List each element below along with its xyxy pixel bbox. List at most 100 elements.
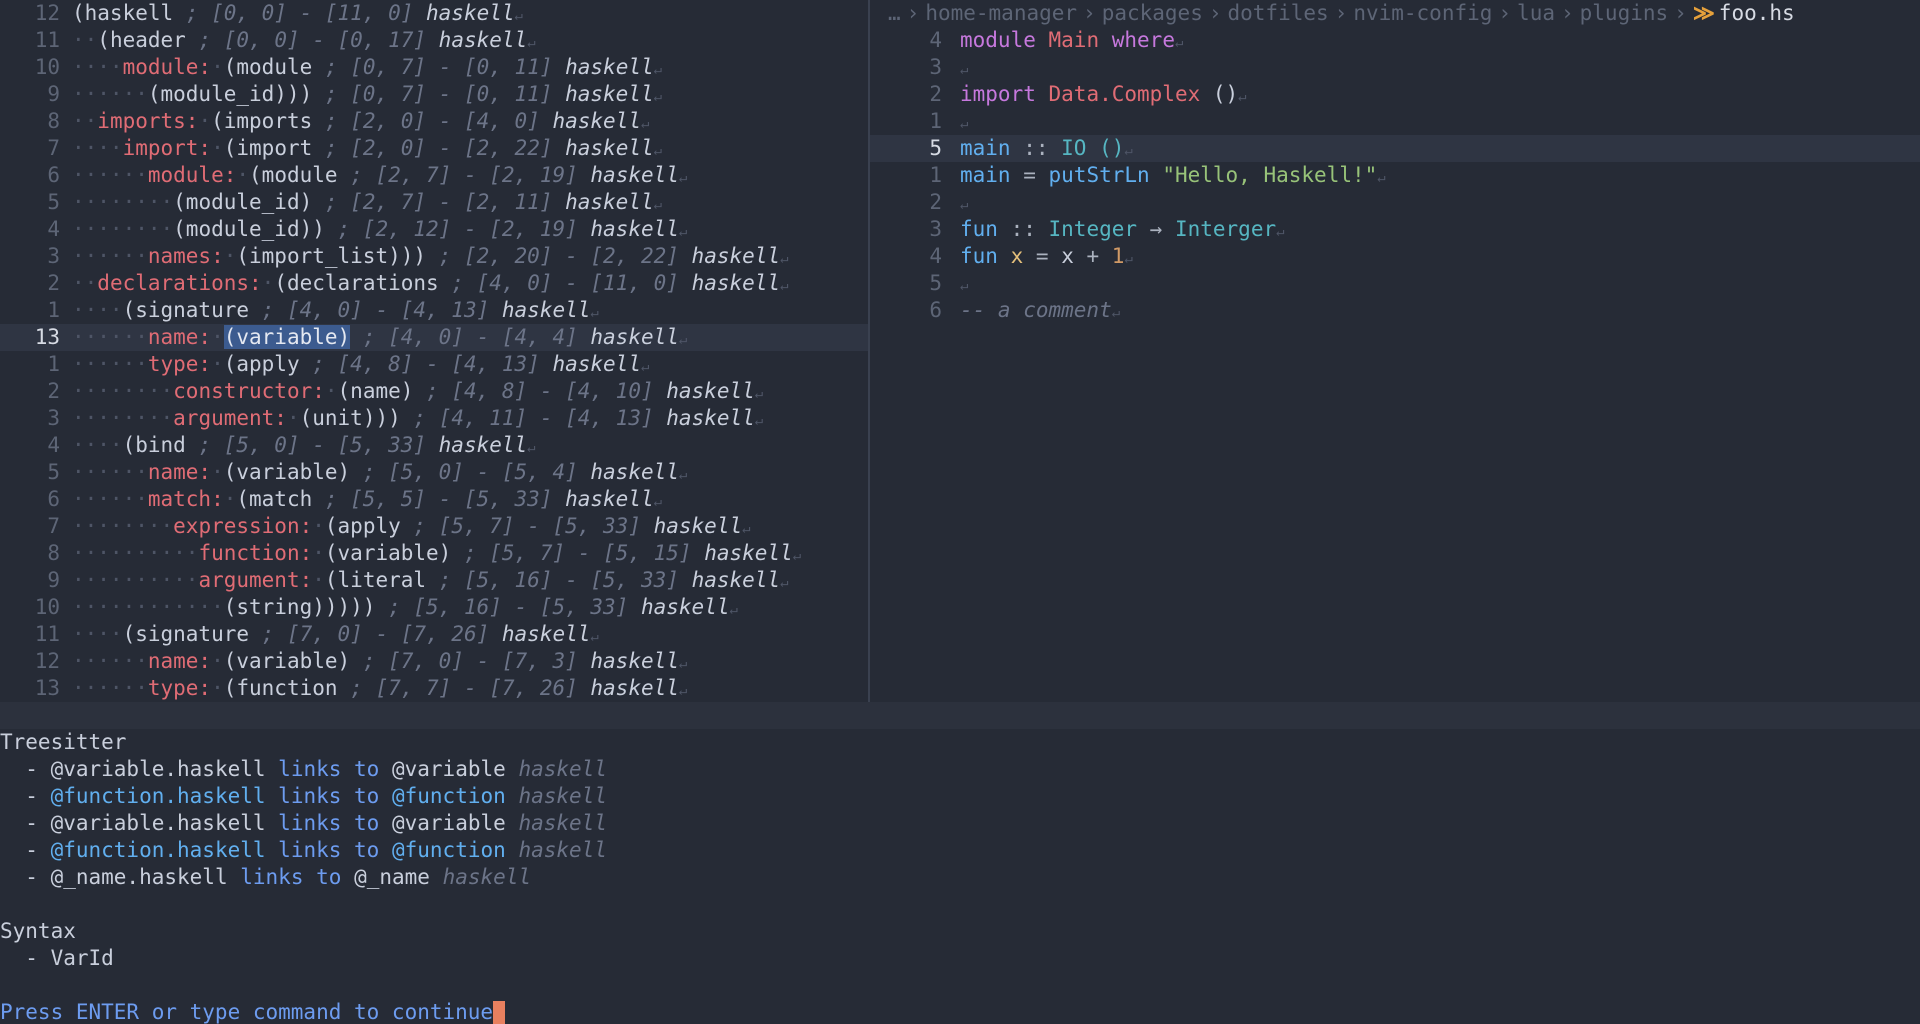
node-type[interactable]: (module	[224, 55, 313, 79]
node-type[interactable]: (import	[224, 136, 313, 160]
eol-marker: ↵	[754, 386, 764, 402]
tree-line[interactable]: 10 ····module:·(module ; [0, 7] - [0, 11]…	[0, 54, 868, 81]
node-type[interactable]: (variable)	[224, 649, 350, 673]
code-line[interactable]: 5 main :: IO ()↵	[870, 135, 1920, 162]
code-buffer[interactable]: 4 module Main where↵ 3 ↵ 2 import Data.Comple…	[870, 27, 1920, 324]
node-type[interactable]: (module	[249, 163, 338, 187]
space-dot: ·	[211, 676, 224, 700]
node-range: ; [4, 8] - [4, 13]	[299, 352, 540, 376]
tree-line[interactable]: 4 ········(module_id)) ; [2, 12] - [2, 19…	[0, 216, 868, 243]
breadcrumb-item[interactable]: home-manager	[925, 1, 1077, 25]
code-token: -- a comment	[960, 298, 1112, 322]
node-language: haskell	[678, 244, 781, 268]
code-line[interactable]: 4 module Main where↵	[870, 27, 1920, 54]
tree-line[interactable]: 8 ··········function:·(variable) ; [5, 7]…	[0, 540, 868, 567]
line-number: 11	[34, 28, 60, 52]
code-line[interactable]: 4 fun x = x + 1↵	[870, 243, 1920, 270]
field-name: names:	[147, 244, 224, 268]
code-line[interactable]: 1 ↵	[870, 108, 1920, 135]
tree-line[interactable]: 11 ····(signature ; [7, 0] - [7, 26] hask…	[0, 621, 868, 648]
code-line[interactable]: 3 ↵	[870, 54, 1920, 81]
tree-line[interactable]: 2 ··declarations:·(declarations ; [4, 0] …	[0, 270, 868, 297]
tree-line[interactable]: 6 ······module:·(module ; [2, 7] - [2, 19…	[0, 162, 868, 189]
node-type[interactable]: (name)	[338, 379, 414, 403]
code-line[interactable]: 5 ↵	[870, 270, 1920, 297]
space-dot: ·	[211, 325, 224, 349]
node-type[interactable]: (function	[224, 676, 338, 700]
tree-line[interactable]: 9 ······(module_id))) ; [0, 7] - [0, 11] …	[0, 81, 868, 108]
eol-marker: ↵	[1276, 224, 1285, 240]
node-language: haskell	[653, 379, 755, 403]
node-type[interactable]: (apply	[224, 352, 300, 376]
tree-line[interactable]: 13 ······name:·(variable) ; [4, 0] - [4, …	[0, 324, 868, 351]
highlight-language: haskell	[518, 838, 607, 862]
node-type[interactable]: (import_list)))	[236, 244, 426, 268]
line-number: 6	[47, 487, 60, 511]
node-language: haskell	[552, 82, 654, 106]
node-type[interactable]: (match	[236, 487, 312, 511]
node-type[interactable]: (module_id))	[173, 217, 325, 241]
space-dot: ·	[211, 649, 224, 673]
tree-line[interactable]: 11 ··(header ; [0, 0] - [0, 17] haskell↵	[0, 27, 868, 54]
tree-line[interactable]: 10 ············(string))))) ; [5, 16] - […	[0, 594, 868, 621]
breadcrumb-item[interactable]: dotfiles	[1228, 1, 1329, 25]
node-type[interactable]: (signature	[123, 298, 249, 322]
node-type[interactable]: (bind	[123, 433, 186, 457]
node-type[interactable]: (literal	[325, 568, 426, 592]
tree-line[interactable]: 5 ······name:·(variable) ; [5, 0] - [5, 4…	[0, 459, 868, 486]
code-line[interactable]: 3 fun :: Integer → Interger↵	[870, 216, 1920, 243]
tree-line[interactable]: 7 ········expression:·(apply ; [5, 7] - […	[0, 513, 868, 540]
tree-line[interactable]: 12 (haskell ; [0, 0] - [11, 0] haskell↵	[0, 0, 868, 27]
tree-line[interactable]: 8 ··imports:·(imports ; [2, 0] - [4, 0] h…	[0, 108, 868, 135]
tree-line[interactable]: 12 ······name:·(variable) ; [7, 0] - [7, …	[0, 648, 868, 675]
node-type[interactable]: (string)))))	[224, 595, 376, 619]
line-number: 1	[47, 298, 60, 322]
node-type[interactable]: (variable)	[325, 541, 451, 565]
node-type[interactable]: (module_id)))	[148, 82, 312, 106]
tree-line[interactable]: 1 ····(signature ; [4, 0] - [4, 13] haske…	[0, 297, 868, 324]
space-dot: ·	[236, 163, 250, 187]
tree-line[interactable]: 7 ····import:·(import ; [2, 0] - [2, 22] …	[0, 135, 868, 162]
code-token: module	[960, 28, 1036, 52]
node-language: haskell	[552, 190, 654, 214]
tree-line[interactable]: 6 ······match:·(match ; [5, 5] - [5, 33] …	[0, 486, 868, 513]
tree-line[interactable]: 5 ········(module_id) ; [2, 7] - [2, 11] …	[0, 189, 868, 216]
node-type[interactable]: (header	[97, 28, 186, 52]
code-line[interactable]: 2 import Data.Complex ()↵	[870, 81, 1920, 108]
node-type[interactable]: (unit)))	[300, 406, 401, 430]
breadcrumb-file[interactable]: foo.hs	[1719, 1, 1795, 25]
node-type[interactable]: (imports	[211, 109, 312, 133]
node-language: haskell	[577, 217, 679, 241]
tree-line[interactable]: 4 ····(bind ; [5, 0] - [5, 33] haskell↵	[0, 432, 868, 459]
node-type[interactable]: (signature	[123, 622, 249, 646]
treesitter-inspect-pane[interactable]: 12 (haskell ; [0, 0] - [11, 0] haskell↵ 11…	[0, 0, 868, 702]
tree-line[interactable]: 9 ··········argument:·(literal ; [5, 16] …	[0, 567, 868, 594]
bullet: -	[0, 757, 51, 781]
code-line[interactable]: 1 main = putStrLn "Hello, Haskell!"↵	[870, 162, 1920, 189]
tree-line[interactable]: 2 ········constructor:·(name) ; [4, 8] - …	[0, 378, 868, 405]
node-language: haskell	[577, 460, 679, 484]
breadcrumb-item[interactable]: nvim-config	[1353, 1, 1492, 25]
code-line[interactable]: 6 -- a comment↵	[870, 297, 1920, 324]
line-number: 5	[47, 190, 60, 214]
node-type[interactable]: (declarations	[274, 271, 438, 295]
continue-prompt-line[interactable]: Press ENTER or type command to continue	[0, 999, 1920, 1024]
node-type[interactable]: (variable)	[224, 460, 350, 484]
editor-pane[interactable]: … › home-manager › packages › dotfiles › nvim-co…	[870, 0, 1920, 702]
node-type[interactable]: (haskell	[72, 1, 173, 25]
node-type[interactable]: (variable)	[223, 325, 351, 349]
line-number: 9	[47, 82, 60, 106]
tree-line[interactable]: 1 ······type:·(apply ; [4, 8] - [4, 13] h…	[0, 351, 868, 378]
code-token: x	[1010, 244, 1024, 268]
breadcrumb-item[interactable]: packages	[1102, 1, 1203, 25]
node-type[interactable]: (apply	[325, 514, 401, 538]
node-type[interactable]: (module_id)	[173, 190, 312, 214]
tree-line[interactable]: 3 ······names:·(import_list))) ; [2, 20] …	[0, 243, 868, 270]
code-line[interactable]: 2 ↵	[870, 189, 1920, 216]
indent-guide: ······	[72, 676, 148, 700]
tree-line[interactable]: 3 ········argument:·(unit))) ; [4, 11] - …	[0, 405, 868, 432]
tree-line[interactable]: 13 ······type:·(function ; [7, 7] - [7, 2…	[0, 675, 868, 702]
line-number: 2	[47, 379, 60, 403]
breadcrumb-item[interactable]: lua	[1517, 1, 1555, 25]
breadcrumb-item[interactable]: plugins	[1580, 1, 1669, 25]
